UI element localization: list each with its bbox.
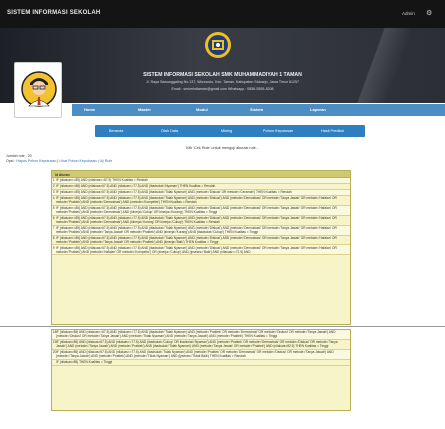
subnav-pohon-keputusan[interactable]: Pohon Keputusan [263, 129, 293, 133]
rule-text: IF (nilaiuan<=85) AND (nilaiuas>67.5) AN… [56, 184, 216, 189]
subnav-olah-data[interactable]: Olah Data [161, 129, 178, 133]
rule-text: IF (nilaiuan<=85) AND (nilaiuas>67.5) AN… [56, 235, 337, 244]
subnav-hasil-prediksi[interactable]: Hasil Prediksi [321, 129, 344, 133]
row-number: 6 [52, 215, 55, 220]
row-number: 2 [52, 184, 55, 189]
rules-table: Id Aturan 1 IF (nilaiuan<=85) AND (nilaiu… [51, 170, 351, 325]
rule-text: IF (nilaiuan<=85) AND (nilaiuas>67.5) AN… [56, 196, 337, 205]
test-rule-link[interactable]: Uji Rule [100, 159, 113, 163]
rules-table-continued-body: 18 IF (nilaiuan>85) AND (nilaiuas<=67.5) … [52, 330, 350, 366]
rules-table-continued: 18 IF (nilaiuan>85) AND (nilaiuas<=67.5) … [51, 329, 351, 411]
table-row: 6 IF (nilaiuan<=85) AND (nilaiuas>67.5) A… [52, 216, 350, 226]
table-row: IF (nilaiuan>85) THEN Kualitas = Tinggi [52, 360, 350, 366]
nav-home[interactable]: Home [84, 107, 95, 112]
options-bar: Opsi : Hapus Pohon Keputusan | Lihat Poh… [6, 159, 113, 163]
table-row: 9 IF (nilaiuan<=85) AND (nilaiuas>67.5) A… [52, 245, 350, 256]
table-row: 20 IF (nilaiuan>85) AND (nilaiuas>67.5) A… [52, 349, 350, 360]
main-navbar: Home Master Modul Sistem Laporan [72, 104, 445, 116]
rule-text: IF (nilaiuan<=85) AND (nilaiuas<=67.5) T… [56, 178, 148, 183]
rule-text: IF (nilaiuan>85) THEN Kualitas = Tinggi [56, 360, 113, 365]
table-row: 19 IF (nilaiuan>85) AND (nilaiuas>67.5) A… [52, 340, 350, 350]
row-number: 1 [52, 178, 55, 183]
nav-master[interactable]: Master [138, 107, 151, 112]
header-decoration [325, 28, 445, 103]
school-name: SISTEM INFORMASI SEKOLAH SMK MUHAMMADIYA… [143, 72, 302, 78]
school-contact: Email : smkmhdtaman@gmail.com Whatsapp :… [171, 87, 274, 91]
table-header: Id Aturan [52, 171, 350, 178]
user-menu[interactable]: Admin [402, 11, 415, 16]
rule-text: IF (nilaiuan>85) AND (nilaiuas>67.5) AND… [56, 340, 338, 349]
avatar[interactable] [21, 69, 57, 109]
nav-sistem[interactable]: Sistem [250, 107, 263, 112]
school-address: Jl. Raya Sawunggaling No.137, Wonocolo, … [146, 80, 299, 84]
table-row: 8 IF (nilaiuan<=85) AND (nilaiuas>67.5) A… [52, 236, 350, 246]
rule-count: Jumlah rule : 20 [6, 154, 32, 158]
rule-text: IF (nilaiuan<=85) AND (nilaiuas>67.5) AN… [56, 190, 292, 195]
app-title: SISTEM INFORMASI SEKOLAH [7, 10, 101, 16]
rule-text: IF (nilaiuan<=85) AND (nilaiuas>67.5) AN… [56, 245, 337, 254]
row-number: 7 [52, 225, 55, 230]
delete-tree-link[interactable]: Hapus Pohon Keputusan [16, 159, 56, 163]
gear-icon[interactable]: ⚙ [426, 9, 435, 18]
table-row: 4 IF (nilaiuan<=85) AND (nilaiuas>67.5) A… [52, 196, 350, 206]
row-number: 8 [52, 235, 55, 240]
row-number: 18 [52, 330, 57, 335]
rule-text: IF (nilaiuan<=85) AND (nilaiuas>67.5) AN… [56, 205, 337, 215]
sub-navbar: Beranda Olah Data Mining Pohon Keputusan… [95, 125, 365, 137]
table-row: 7 IF (nilaiuan<=85) AND (nilaiuas>67.5) A… [52, 225, 350, 236]
options-label: Opsi : [6, 159, 16, 163]
school-logo [205, 32, 231, 58]
rule-caption: Klik 'Cek Rule' untuk menguji akurasi ru… [186, 146, 259, 150]
row-number: 20 [52, 350, 57, 355]
rules-table-body: 1 IF (nilaiuan<=85) AND (nilaiuas<=67.5) … [52, 178, 350, 256]
table-row: 18 IF (nilaiuan>85) AND (nilaiuas<=67.5) … [52, 330, 350, 340]
row-number: 9 [52, 245, 55, 250]
row-number: 5 [52, 205, 55, 210]
rule-text: IF (nilaiuan<=85) AND (nilaiuas>67.5) AN… [56, 225, 337, 235]
section-divider [0, 326, 445, 327]
nav-modul[interactable]: Modul [196, 107, 208, 112]
row-number: 19 [52, 340, 57, 345]
rule-text: IF (nilaiuan>85) AND (nilaiuas>67.5) AND… [56, 350, 334, 359]
subnav-beranda[interactable]: Beranda [109, 129, 123, 133]
profile-card [14, 62, 62, 118]
row-number: 4 [52, 196, 55, 201]
subnav-mining[interactable]: Mining [221, 129, 232, 133]
row-number: 3 [52, 190, 55, 195]
nav-laporan[interactable]: Laporan [310, 107, 326, 112]
rule-text: IF (nilaiuan<=85) AND (nilaiuas>67.5) AN… [56, 215, 337, 225]
table-row: 5 IF (nilaiuan<=85) AND (nilaiuas>67.5) A… [52, 205, 350, 216]
view-tree-link[interactable]: Lihat Pohon Keputusan [59, 159, 96, 163]
top-bar: SISTEM INFORMASI SEKOLAH Admin ⚙ [0, 0, 445, 28]
rule-text: IF (nilaiuan>85) AND (nilaiuas<=67.5) AN… [56, 330, 336, 339]
